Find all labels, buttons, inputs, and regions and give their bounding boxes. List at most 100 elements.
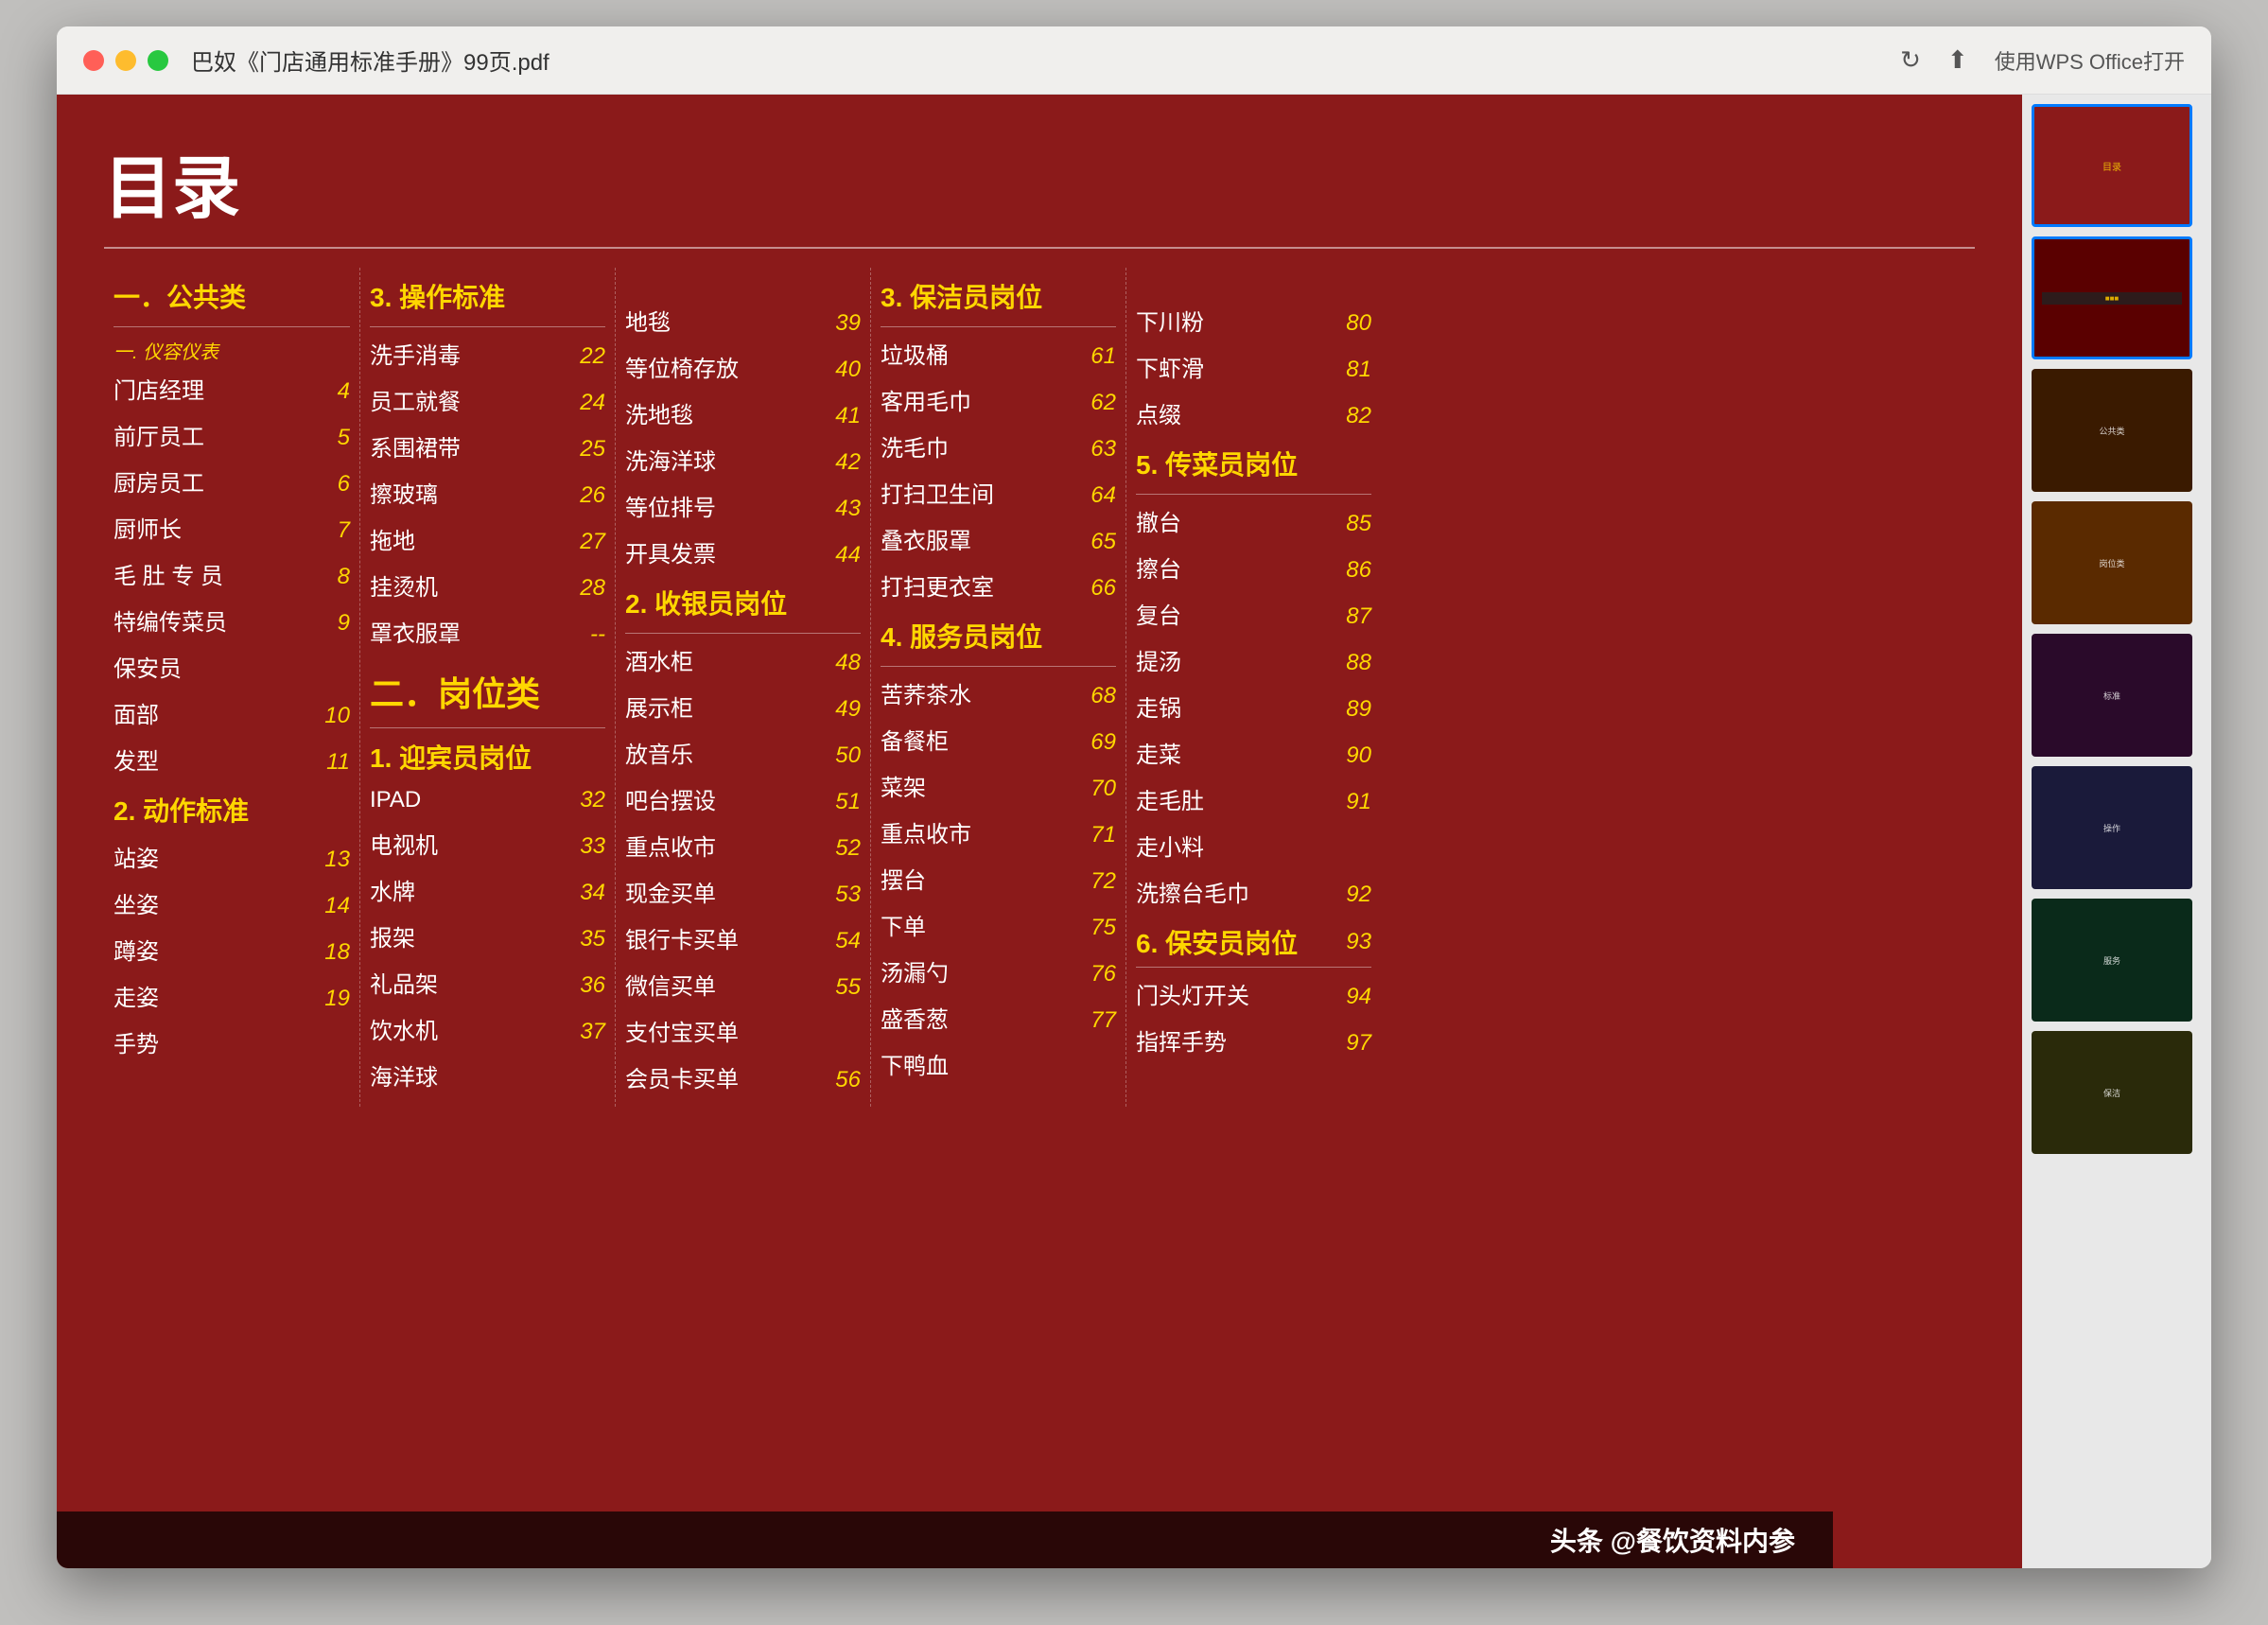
toc-item: 保安员 xyxy=(113,650,350,683)
security-section: 6. 保安员岗位 93 xyxy=(1136,923,1371,961)
toc-item: 下鸭血 xyxy=(881,1047,1116,1080)
toc-item: 走小料 xyxy=(1136,829,1371,862)
toc-item: 洗海洋球 42 xyxy=(625,443,861,476)
share-icon[interactable]: ⬆ xyxy=(1947,45,1968,75)
toc-item: 走菜 90 xyxy=(1136,736,1371,769)
thumbnail-3[interactable]: 公共类 xyxy=(2032,369,2192,492)
toc-item: 备餐柜 69 xyxy=(881,723,1116,756)
toc-item: 厨房员工 6 xyxy=(113,464,350,498)
toc-item: 擦玻璃 26 xyxy=(370,476,605,509)
maximize-button[interactable] xyxy=(148,50,168,71)
toc-item: 饮水机 37 xyxy=(370,1012,605,1045)
toc-item: 洗地毯 41 xyxy=(625,396,861,429)
section-title-9: 5. 传菜员岗位 xyxy=(1136,445,1371,482)
toc-item: 微信买单 55 xyxy=(625,968,861,1001)
toc-item: 地毯 39 xyxy=(625,304,861,337)
thumbnail-2[interactable]: ■■■ xyxy=(2032,236,2192,359)
toc-item: 发型 11 xyxy=(113,743,350,776)
section-title-2: 2. 动作标准 xyxy=(113,791,350,829)
toc-item: 走锅 89 xyxy=(1136,690,1371,723)
toc-item: 吧台摆设 51 xyxy=(625,782,861,815)
toc-item: 拖地 27 xyxy=(370,522,605,555)
section-title-5: 1. 迎宾员岗位 xyxy=(370,738,605,776)
toc-item: 下虾滑 81 xyxy=(1136,350,1371,383)
window-title: 巴奴《门店通用标准手册》99页.pdf xyxy=(191,44,1900,77)
toc-item: 汤漏勺 76 xyxy=(881,954,1116,987)
toc-item: 重点收市 52 xyxy=(625,829,861,862)
toc-item: 复台 87 xyxy=(1136,597,1371,630)
toc-item: 开具发票 44 xyxy=(625,535,861,568)
sidebar-thumbnails: 目录 ■■■ 公共类 岗位类 xyxy=(2022,95,2211,1568)
thumbnail-5[interactable]: 标准 xyxy=(2032,634,2192,757)
toc-item: 厨师长 7 xyxy=(113,511,350,544)
titlebar-actions: ↻ ⬆ 使用WPS Office打开 xyxy=(1900,45,2185,76)
toc-item: 擦台 86 xyxy=(1136,550,1371,584)
toc-grid: 一．公共类 一. 仪容仪表 门店经理 4 前厅员工 5 厨房员工 6 xyxy=(104,268,1975,1107)
toc-item: 等位椅存放 40 xyxy=(625,350,861,383)
toc-item: 撤台 85 xyxy=(1136,504,1371,537)
titlebar: 巴奴《门店通用标准手册》99页.pdf ↻ ⬆ 使用WPS Office打开 xyxy=(57,26,2211,95)
refresh-icon[interactable]: ↻ xyxy=(1900,45,1921,75)
toc-item: 银行卡买单 54 xyxy=(625,921,861,954)
toc-item: 员工就餐 24 xyxy=(370,383,605,416)
toc-item: 下川粉 80 xyxy=(1136,304,1371,337)
toc-item: 洗手消毒 22 xyxy=(370,337,605,370)
toc-item: 礼品架 36 xyxy=(370,966,605,999)
toc-item: 客用毛巾 62 xyxy=(881,383,1116,416)
toc-item: 提汤 88 xyxy=(1136,643,1371,676)
section-title-6: 2. 收银员岗位 xyxy=(625,584,861,621)
toc-item: 等位排号 43 xyxy=(625,489,861,522)
close-button[interactable] xyxy=(83,50,104,71)
toc-item: 打扫卫生间 64 xyxy=(881,476,1116,509)
toc-col-1: 一．公共类 一. 仪容仪表 门店经理 4 前厅员工 5 厨房员工 6 xyxy=(104,268,359,1107)
minimize-button[interactable] xyxy=(115,50,136,71)
toc-item: 盛香葱 77 xyxy=(881,1001,1116,1034)
thumbnail-6[interactable]: 操作 xyxy=(2032,766,2192,889)
footer-bar: 头条 @餐饮资料内参 xyxy=(57,1511,1833,1568)
section-title-4: 二．岗位类 xyxy=(370,667,605,716)
section-title-7: 3. 保洁员岗位 xyxy=(881,277,1116,315)
thumbnail-7[interactable]: 服务 xyxy=(2032,899,2192,1022)
toc-item: 摆台 72 xyxy=(881,862,1116,895)
delivery-section: 5. 传菜员岗位 xyxy=(1136,445,1371,495)
thumbnail-4[interactable]: 岗位类 xyxy=(2032,501,2192,624)
toc-item: 菜架 70 xyxy=(881,769,1116,802)
toc-item: 叠衣服罩 65 xyxy=(881,522,1116,555)
toc-item: 蹲姿 18 xyxy=(113,933,350,966)
toc-item: 报架 35 xyxy=(370,919,605,952)
thumbnail-8[interactable]: 保洁 xyxy=(2032,1031,2192,1154)
toc-item: 重点收市 71 xyxy=(881,815,1116,848)
toc-item: 下单 75 xyxy=(881,908,1116,941)
window-controls xyxy=(83,50,168,71)
pdf-viewer: 目录 一．公共类 一. 仪容仪表 门店经理 4 前厅员工 5 xyxy=(57,95,2022,1568)
toc-item: 走毛肚 91 xyxy=(1136,782,1371,815)
window: 巴奴《门店通用标准手册》99页.pdf ↻ ⬆ 使用WPS Office打开 目… xyxy=(57,26,2211,1568)
toc-item: 毛 肚 专 员 8 xyxy=(113,557,350,590)
cashier-section: 2. 收银员岗位 xyxy=(625,584,861,634)
toc-item: 前厅员工 5 xyxy=(113,418,350,451)
toc-item: 系围裙带 25 xyxy=(370,429,605,463)
thumbnail-1[interactable]: 目录 xyxy=(2032,104,2192,227)
toc-item: 酒水柜 48 xyxy=(625,643,861,676)
toc-item: 点缀 82 xyxy=(1136,396,1371,429)
toc-item: 苦荞茶水 68 xyxy=(881,676,1116,709)
toc-item: 特编传菜员 9 xyxy=(113,603,350,637)
toc-item: 罩衣服罩 -- xyxy=(370,615,605,648)
toc-col-3: 地毯 39 等位椅存放 40 洗地毯 41 洗海洋球 42 xyxy=(615,268,870,1107)
toc-item: 挂烫机 28 xyxy=(370,568,605,602)
toc-item: 展示柜 49 xyxy=(625,690,861,723)
toc-item: 海洋球 xyxy=(370,1058,605,1092)
wps-open-button[interactable]: 使用WPS Office打开 xyxy=(1995,45,2185,76)
toc-item: 站姿 13 xyxy=(113,840,350,873)
toc-item: 走姿 19 xyxy=(113,979,350,1012)
section-title-3: 3. 操作标准 xyxy=(370,277,605,315)
section-title-8: 4. 服务员岗位 xyxy=(881,617,1116,655)
toc-item: 门头灯开关 94 xyxy=(1136,977,1371,1010)
toc-item: 现金买单 53 xyxy=(625,875,861,908)
toc-item: 洗擦台毛巾 92 xyxy=(1136,875,1371,908)
toc-item: 垃圾桶 61 xyxy=(881,337,1116,370)
section-2-header: 二．岗位类 1. 迎宾员岗位 xyxy=(370,667,605,776)
waiter-section: 4. 服务员岗位 xyxy=(881,617,1116,667)
content-area: 目录 一．公共类 一. 仪容仪表 门店经理 4 前厅员工 5 xyxy=(57,95,2211,1568)
sub-section-label: 一. 仪容仪表 xyxy=(113,337,350,364)
